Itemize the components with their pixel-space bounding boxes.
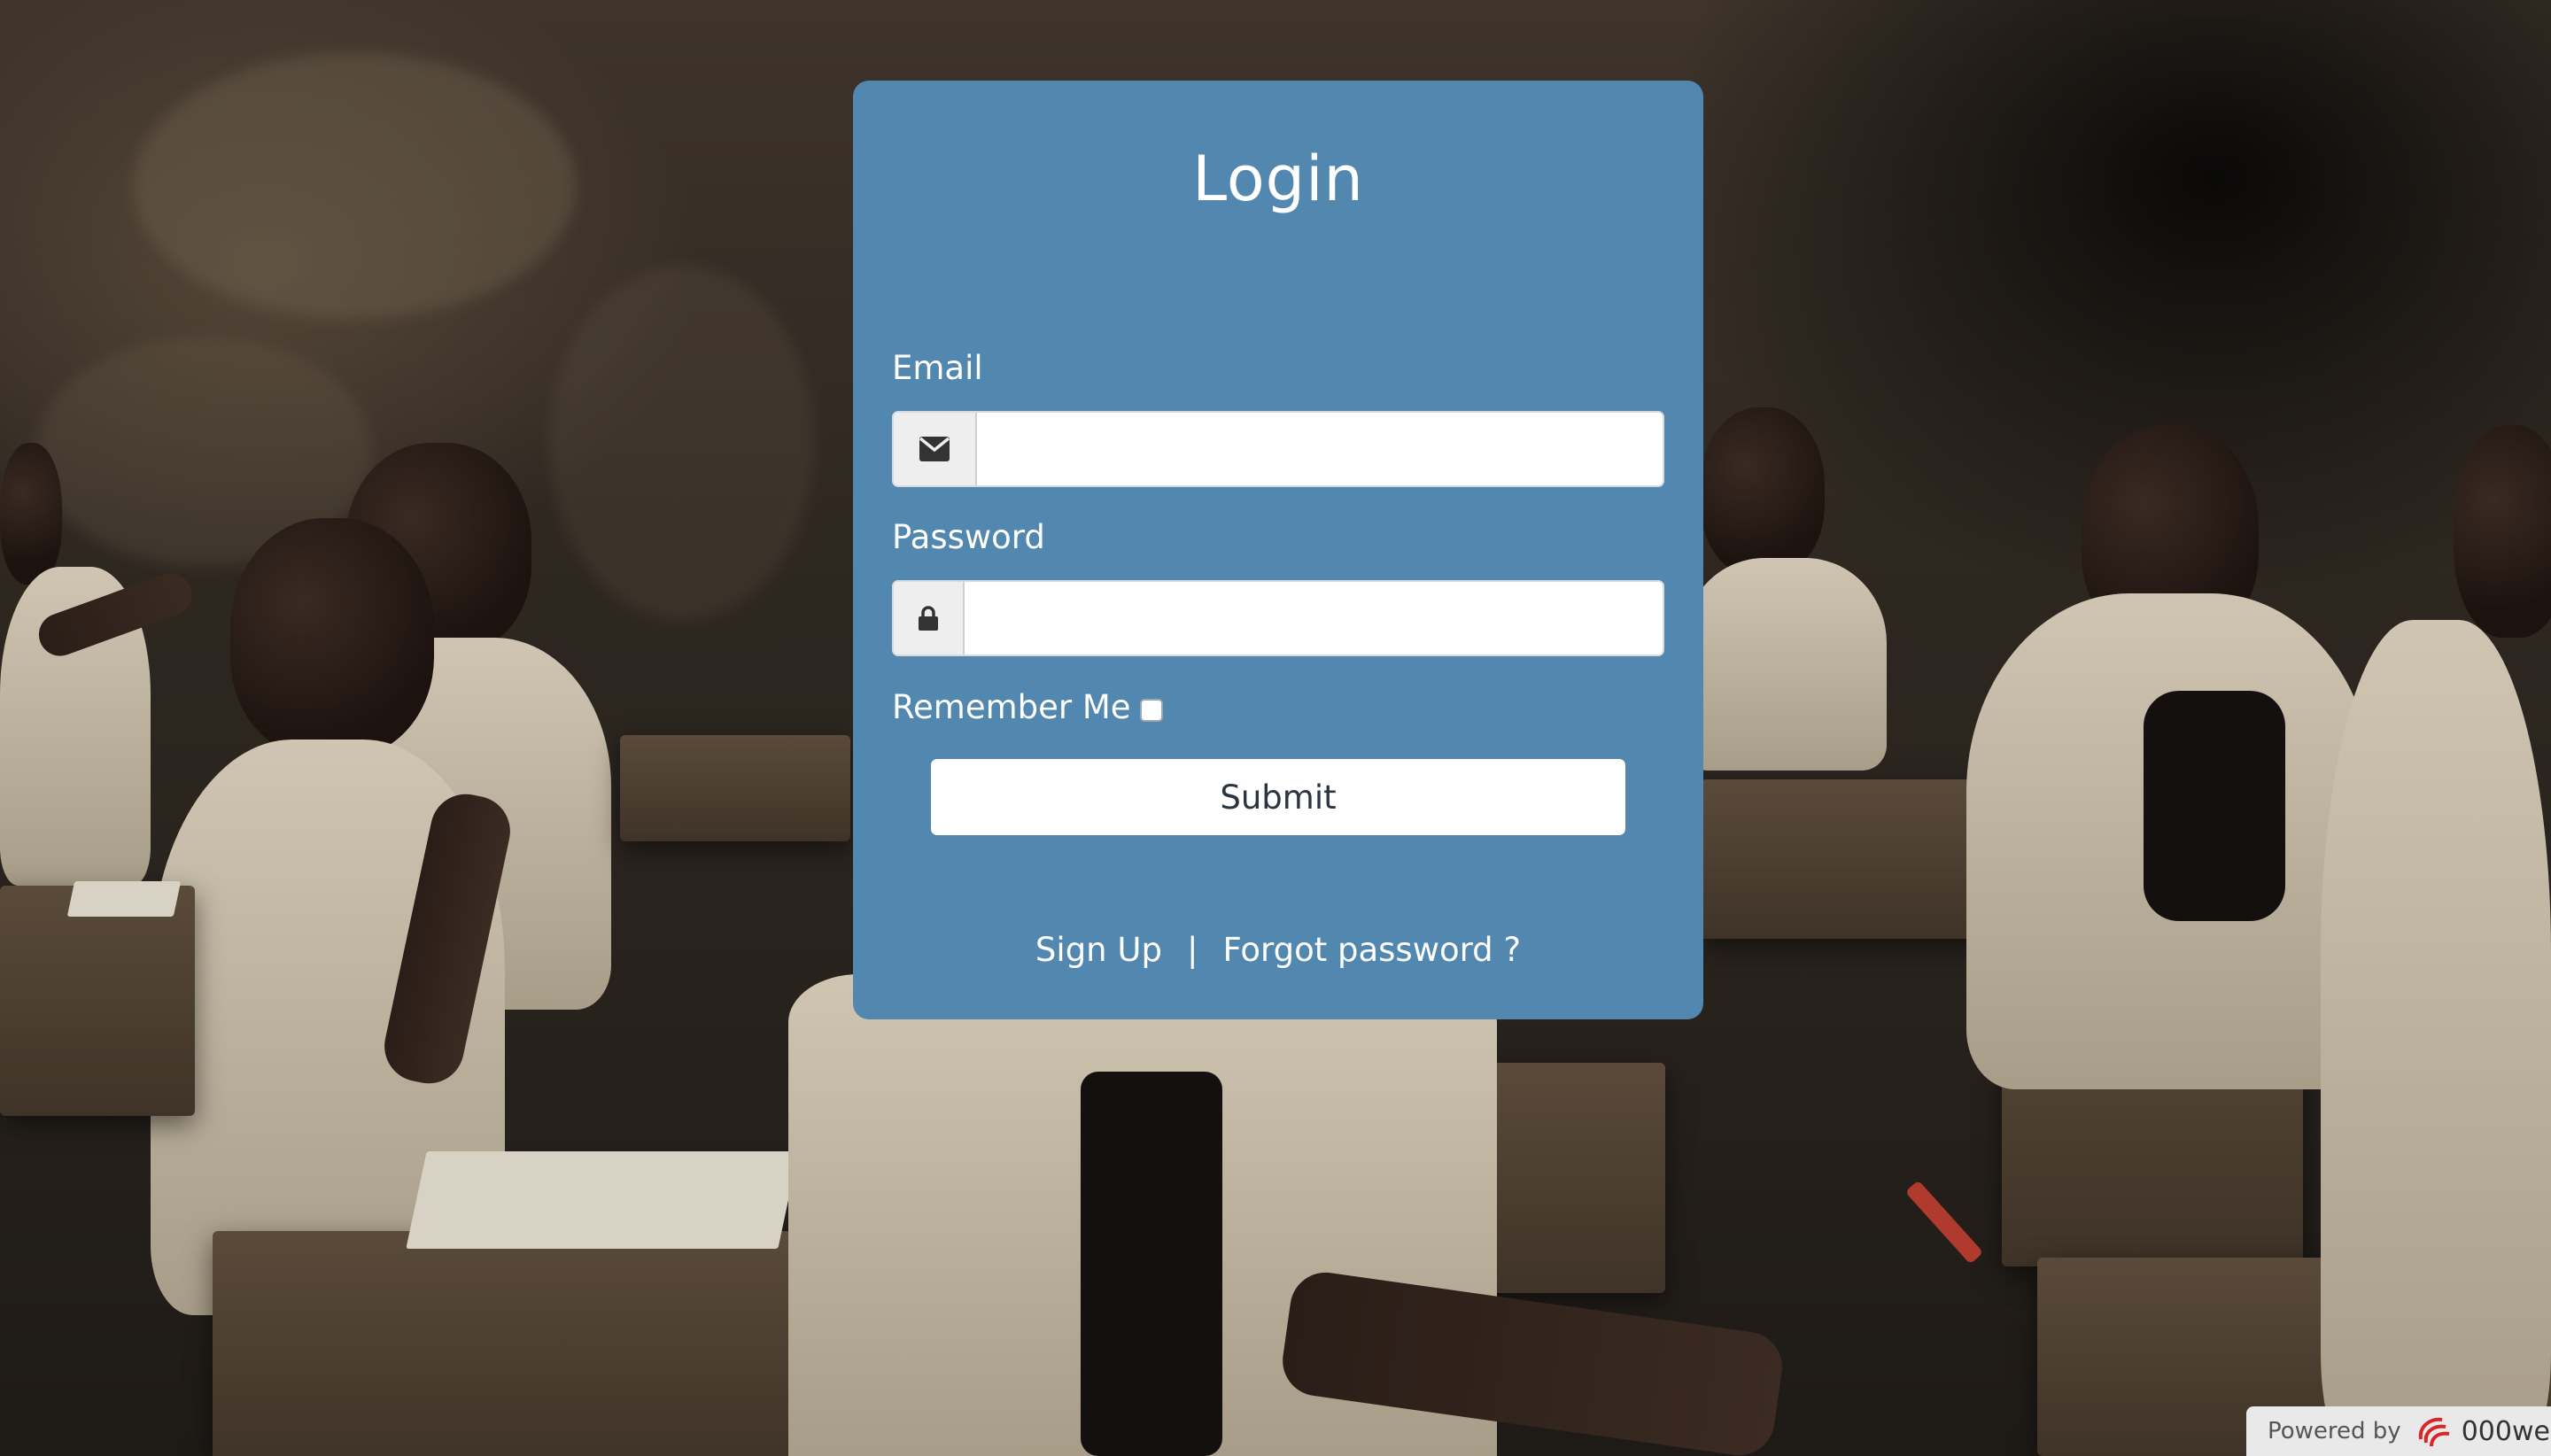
- password-field[interactable]: [965, 582, 1663, 654]
- powered-by-label: Powered by: [2268, 1418, 2401, 1444]
- sign-up-link[interactable]: Sign Up: [1035, 931, 1162, 969]
- submit-button[interactable]: Submit: [931, 759, 1625, 835]
- login-title: Login: [1192, 143, 1364, 215]
- lock-icon: [894, 582, 965, 654]
- link-separator: |: [1186, 931, 1198, 969]
- password-label: Password: [892, 518, 1045, 556]
- remember-me-label: Remember Me: [892, 688, 1131, 726]
- account-links: Sign Up | Forgot password ?: [853, 931, 1703, 969]
- login-page: Login Email Password Remember Me Submit …: [0, 0, 2551, 1456]
- email-field[interactable]: [977, 413, 1663, 485]
- login-card: Login Email Password Remember Me Submit …: [853, 81, 1703, 1019]
- email-input-group: [892, 411, 1664, 487]
- 000webhost-logo-icon: [2418, 1417, 2450, 1447]
- password-input-group: [892, 580, 1664, 656]
- powered-by-brand: 000we: [2461, 1415, 2550, 1447]
- envelope-icon: [894, 413, 977, 485]
- remember-me-row[interactable]: Remember Me: [892, 688, 1163, 726]
- email-label: Email: [892, 349, 983, 387]
- forgot-password-link[interactable]: Forgot password ?: [1222, 931, 1521, 969]
- powered-by-badge[interactable]: Powered by 000we: [2246, 1406, 2551, 1456]
- remember-me-checkbox[interactable]: [1139, 698, 1163, 722]
